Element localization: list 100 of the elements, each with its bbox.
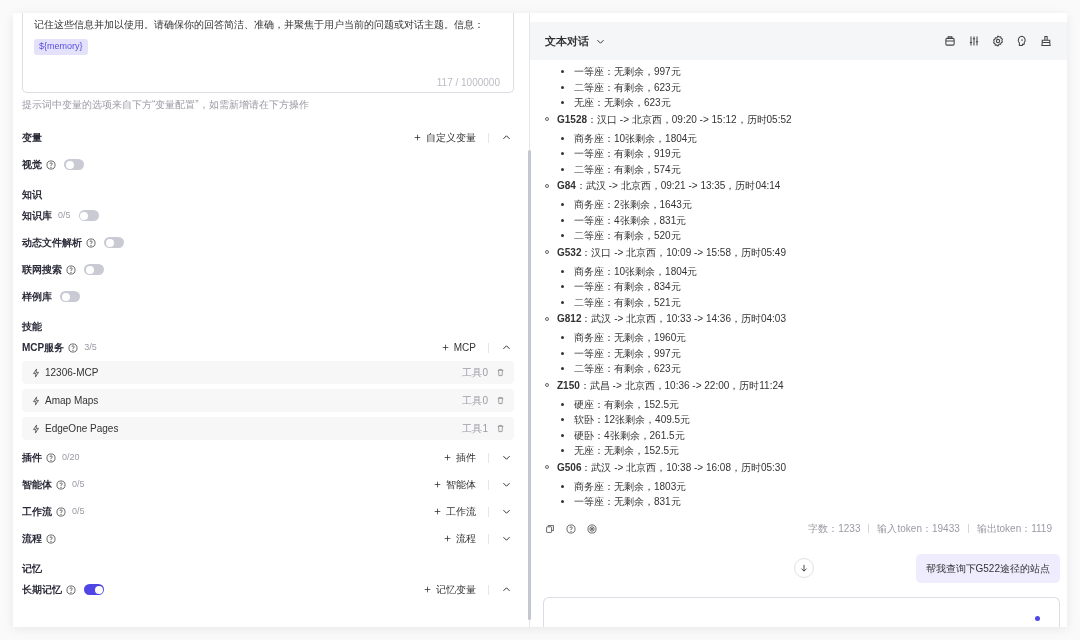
trash-icon[interactable] <box>496 424 505 433</box>
section-heading: 记忆 <box>22 561 43 576</box>
tool-count: 工具0 <box>462 394 488 408</box>
toggle-switch[interactable] <box>60 291 80 302</box>
briefcase-icon[interactable] <box>944 35 956 47</box>
broom-icon[interactable] <box>1040 35 1052 47</box>
help-icon[interactable] <box>46 533 56 544</box>
section-heading: 技能 <box>22 319 43 334</box>
stat-text: 输入token：19433 <box>877 522 960 536</box>
mcp-service-item[interactable]: EdgeOne Pages 工具1 <box>22 417 514 440</box>
mode-dropdown[interactable]: 文本对话 <box>545 32 606 50</box>
add-button[interactable]: 工作流 <box>433 504 476 519</box>
plus-icon[interactable] <box>443 534 452 543</box>
group-label: 变量 <box>22 131 42 145</box>
help-icon[interactable] <box>46 452 56 463</box>
plus-icon[interactable] <box>413 133 422 142</box>
help-icon[interactable] <box>56 479 66 490</box>
service-name: 12306-MCP <box>45 366 99 380</box>
tool-count: 工具1 <box>462 422 488 436</box>
seat-info: 二等座：有剩余，521元 <box>574 295 681 310</box>
arrow-down-icon[interactable] <box>799 562 809 573</box>
trash-icon[interactable] <box>496 396 505 405</box>
scrollbar[interactable] <box>528 150 531 620</box>
add-button[interactable]: 智能体 <box>433 477 476 492</box>
seat-info: 一等座：无剩余，997元 <box>574 346 681 361</box>
toggle-switch[interactable] <box>84 584 104 595</box>
section-heading: 知识 <box>22 187 43 202</box>
count-text: 3/5 <box>84 340 97 354</box>
count-text: 0/20 <box>62 450 80 464</box>
lightning-icon[interactable] <box>31 423 41 434</box>
seat-info: 二等座：有剩余，623元 <box>574 362 681 377</box>
stat-text: 输出token：1119 <box>976 522 1052 536</box>
add-button[interactable]: 流程 <box>443 531 476 546</box>
seat-info: 商务座：10张剩余，1804元 <box>574 264 698 279</box>
add-button[interactable]: MCP <box>440 340 476 355</box>
plus-icon[interactable] <box>443 453 452 462</box>
train-summary: G506：武汉 -> 北京西，10:38 -> 16:08，历时05:30 <box>557 460 786 475</box>
help-icon[interactable] <box>56 506 66 517</box>
seat-info: 一等座：有剩余，834元 <box>574 280 681 295</box>
seat-info: 硬座：有剩余，152.5元 <box>574 397 680 412</box>
mcp-service-item[interactable]: Amap Maps 工具0 <box>22 389 514 412</box>
sliders-icon[interactable] <box>968 35 980 47</box>
lightning-icon[interactable] <box>31 395 41 406</box>
prompt-text: 记住这些信息并加以使用。请确保你的回答简洁、准确，并聚焦于用户当前的问题或对话主题。信息： <box>34 18 485 32</box>
seat-info: 软卧：12张剩余，409.5元 <box>574 413 691 428</box>
toggle-switch[interactable] <box>78 210 99 221</box>
service-name: Amap Maps <box>45 394 99 408</box>
group-label: 长期记忆 <box>22 583 62 597</box>
toggle-switch[interactable] <box>84 264 104 275</box>
help-icon[interactable] <box>566 523 576 534</box>
plus-icon[interactable] <box>433 507 442 516</box>
setting-label: 知识库 <box>22 209 52 223</box>
lightning-icon[interactable] <box>31 367 41 378</box>
seat-info: 二等座：有剩余，520元 <box>574 229 681 244</box>
seat-info: 无座：无剩余，152.5元 <box>574 444 680 459</box>
plus-icon[interactable] <box>423 585 432 594</box>
mcp-service-item[interactable]: 12306-MCP 工具0 <box>22 361 514 384</box>
seat-info: 商务座：10张剩余，1804元 <box>574 131 698 146</box>
setting-label: 视觉 <box>22 158 42 172</box>
train-summary: Z150：武昌 -> 北京西，10:36 -> 22:00，历时11:24 <box>557 378 784 393</box>
add-button[interactable]: 插件 <box>443 450 476 465</box>
train-summary: G812：武汉 -> 北京西，10:33 -> 14:36，历时04:03 <box>557 312 786 326</box>
tool-count: 工具0 <box>462 366 488 380</box>
help-icon[interactable] <box>66 264 76 275</box>
setting-label: 动态文件解析 <box>22 236 82 250</box>
help-icon[interactable] <box>86 237 96 248</box>
seat-info: 一等座：有剩余，919元 <box>574 147 681 162</box>
count-text: 0/5 <box>72 504 85 518</box>
help-icon[interactable] <box>66 584 76 595</box>
help-icon[interactable] <box>46 159 56 170</box>
seat-info: 硬卧：4张剩余，261.5元 <box>574 428 685 443</box>
count-text: 0/5 <box>72 477 85 491</box>
char-counter: 117 / 1000000 <box>436 76 500 90</box>
plus-icon[interactable] <box>433 480 442 489</box>
group-label: MCP服务 <box>22 341 65 355</box>
trash-icon[interactable] <box>496 368 505 377</box>
count-text: 0/5 <box>58 208 71 222</box>
add-button[interactable]: 记忆变量 <box>423 582 476 597</box>
variable-tag: ${memory} <box>34 39 88 55</box>
add-button[interactable]: 自定义变量 <box>413 130 476 145</box>
stat-text: 字数：1233 <box>808 522 861 536</box>
seat-info: 一等座：4张剩余，831元 <box>574 213 687 228</box>
message-input[interactable] <box>543 597 1060 627</box>
toggle-switch[interactable] <box>64 159 84 170</box>
setting-label: 联网搜索 <box>22 263 62 277</box>
seat-info: 商务座：2张剩余，1643元 <box>574 198 692 213</box>
scroll-down-button[interactable] <box>794 557 814 578</box>
help-icon[interactable] <box>68 342 79 353</box>
setting-label: 样例库 <box>22 290 52 304</box>
lightbulb-head-icon[interactable] <box>1016 35 1028 47</box>
toggle-switch[interactable] <box>104 237 124 248</box>
seat-info: 二等座：有剩余，623元 <box>574 80 681 95</box>
cancel-icon[interactable] <box>587 523 597 534</box>
prompt-textarea[interactable]: 记住这些信息并加以使用。请确保你的回答简洁、准确，并聚焦于用户当前的问题或对话主题。信息： ${memory} 117 / 1000000 <box>22 13 514 93</box>
train-summary: G532：汉口 -> 北京西，10:09 -> 15:58，历时05:49 <box>557 245 786 260</box>
plus-icon[interactable] <box>440 343 450 352</box>
group-label: 工作流 <box>22 505 52 519</box>
seat-info: 商务座：无剩余，1803元 <box>574 479 687 494</box>
settings-icon[interactable] <box>992 35 1004 47</box>
copy-icon[interactable] <box>545 523 555 534</box>
